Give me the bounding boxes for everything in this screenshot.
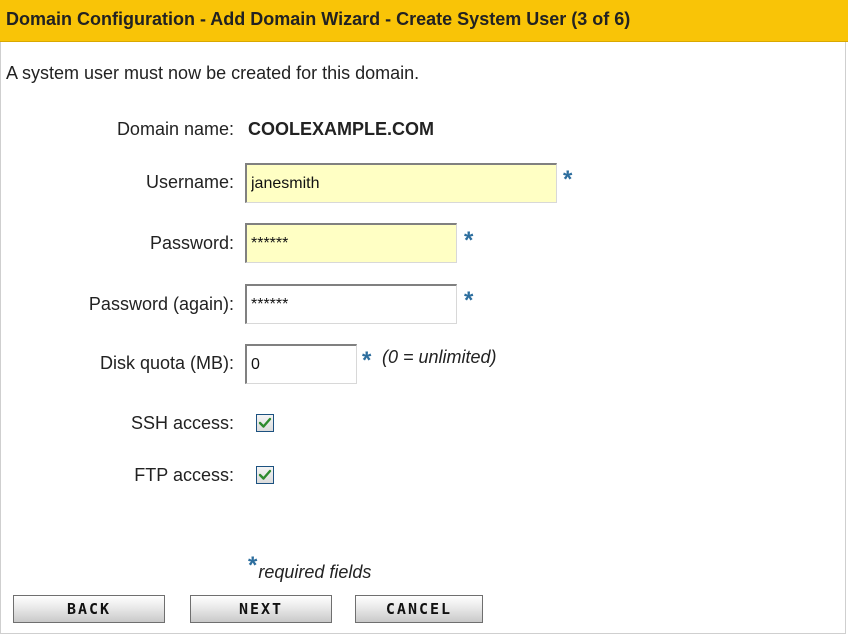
required-fields-note: *required fields [248,552,372,585]
disk-quota-label: Disk quota (MB): [99,353,234,373]
cancel-button[interactable]: CANCEL [355,595,483,623]
username-label: Username: [145,172,234,192]
password-input[interactable] [245,223,457,263]
wizard-header: Domain Configuration - Add Domain Wizard… [0,0,848,42]
page-title: Domain Configuration - Add Domain Wizard… [6,9,631,29]
ftp-access-checkbox[interactable] [256,466,274,484]
password-label: Password: [149,233,234,253]
password-again-label: Password (again): [88,294,234,314]
disk-quota-hint: (0 = unlimited) [382,347,497,367]
ssh-access-label: SSH access: [130,413,234,433]
disk-quota-input[interactable] [245,344,357,384]
disk-quota-required-marker: * [362,347,372,374]
checkmark-icon [258,417,272,428]
ftp-access-label: FTP access: [134,465,234,485]
required-note-text: required fields [258,562,372,582]
password-again-required-marker: * [464,287,474,314]
username-input[interactable] [245,163,557,203]
password-again-input[interactable] [245,284,457,324]
checkmark-icon [258,469,272,480]
domain-name-value: COOLEXAMPLE.COM [248,119,435,139]
domain-name-label: Domain name: [116,119,234,139]
next-button[interactable]: NEXT [190,595,332,623]
back-button[interactable]: BACK [13,595,165,623]
username-required-marker: * [563,166,573,193]
required-note-marker: * [248,552,258,579]
ssh-access-checkbox[interactable] [256,414,274,432]
intro-text: A system user must now be created for th… [6,63,420,83]
password-required-marker: * [464,227,474,254]
